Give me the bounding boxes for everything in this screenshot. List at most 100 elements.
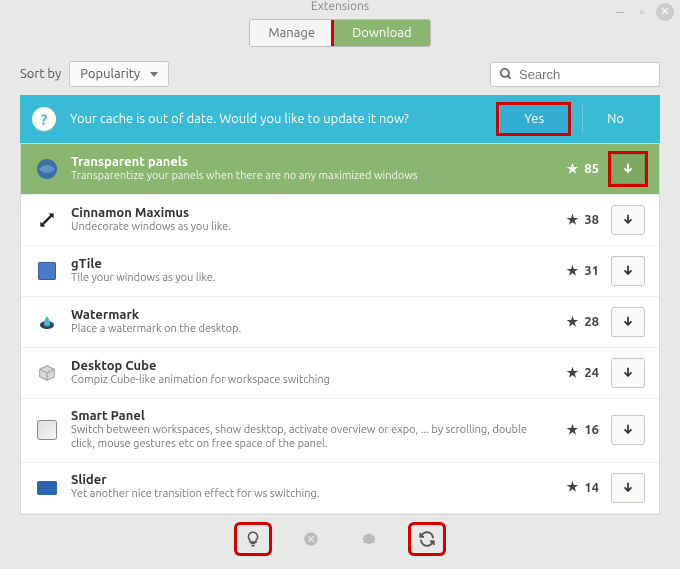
extension-info: gTile Tile your windows as you like.: [71, 257, 537, 285]
download-icon: [621, 315, 635, 329]
extension-icon: [35, 418, 59, 442]
expand-icon: [37, 210, 57, 230]
download-icon: [621, 264, 635, 278]
extension-desc: Compiz Cube-like animation for workspace…: [71, 373, 537, 387]
sort-control: Sort by Popularity: [20, 61, 169, 87]
extension-icon: [35, 361, 59, 385]
tab-download[interactable]: Download: [334, 20, 430, 46]
extension-name: Watermark: [71, 308, 537, 322]
tab-group: Manage Download: [249, 19, 430, 47]
download-icon: [621, 423, 635, 437]
star-count: ★24: [549, 366, 599, 381]
extension-name: Cinnamon Maximus: [71, 206, 537, 220]
extension-desc: Tile your windows as you like.: [71, 271, 537, 285]
extension-desc: Place a watermark on the desktop.: [71, 322, 537, 336]
notice-text: Your cache is out of date. Would you lik…: [70, 112, 485, 126]
star-icon: ★: [567, 423, 579, 438]
tab-bar: Manage Download: [0, 13, 680, 61]
star-icon: ★: [567, 480, 579, 495]
close-circle-icon: [303, 531, 319, 547]
extension-info: Slider Yet another nice transition effec…: [71, 473, 537, 501]
extension-info: Smart Panel Switch between workspaces, s…: [71, 409, 537, 452]
extension-info: Cinnamon Maximus Undecorate windows as y…: [71, 206, 537, 234]
download-icon: [621, 481, 635, 495]
remove-button: [295, 525, 327, 553]
extension-desc: Transparentize your panels when there ar…: [71, 169, 537, 183]
download-button[interactable]: [611, 256, 645, 286]
info-button[interactable]: [237, 525, 269, 553]
settings-button: [353, 525, 385, 553]
gear-icon: [360, 530, 378, 548]
download-button[interactable]: [611, 415, 645, 445]
extension-desc: Switch between workspaces, show desktop,…: [71, 423, 537, 452]
extension-icon: [35, 310, 59, 334]
star-count: ★16: [549, 423, 599, 438]
search-field[interactable]: [490, 62, 660, 87]
star-count: ★85: [549, 162, 599, 177]
download-button[interactable]: [611, 205, 645, 235]
list-item[interactable]: gTile Tile your windows as you like. ★31: [21, 246, 659, 297]
sort-value: Popularity: [80, 67, 140, 81]
question-icon: ?: [32, 107, 56, 131]
extension-name: gTile: [71, 257, 537, 271]
extension-name: Transparent panels: [71, 155, 537, 169]
maximize-icon[interactable]: ▫: [634, 4, 650, 20]
star-count: ★31: [549, 264, 599, 279]
refresh-button[interactable]: [411, 525, 443, 553]
download-icon: [621, 162, 635, 176]
tab-manage[interactable]: Manage: [250, 20, 334, 46]
top-row: Sort by Popularity: [20, 61, 660, 87]
download-button[interactable]: [611, 473, 645, 503]
extension-icon: [35, 208, 59, 232]
notice-yes-button[interactable]: Yes: [499, 105, 568, 133]
download-button[interactable]: [611, 307, 645, 337]
list-item[interactable]: Transparent panels Transparentize your p…: [21, 144, 659, 195]
star-icon: ★: [567, 315, 579, 330]
extension-list[interactable]: Transparent panels Transparentize your p…: [20, 143, 660, 515]
download-button[interactable]: [611, 358, 645, 388]
cache-notice: ? Your cache is out of date. Would you l…: [20, 95, 660, 143]
close-icon[interactable]: ✕: [656, 3, 674, 21]
list-item[interactable]: Desktop Cube Compiz Cube-like animation …: [21, 348, 659, 399]
minimize-icon[interactable]: ─: [612, 4, 628, 20]
extensions-window: Extensions ─ ▫ ✕ Manage Download Sort by…: [0, 0, 680, 532]
notice-no-button[interactable]: No: [582, 105, 648, 133]
list-item[interactable]: Slider Yet another nice transition effec…: [21, 463, 659, 514]
star-icon: ★: [567, 366, 579, 381]
extension-icon: [35, 259, 59, 283]
download-button[interactable]: [611, 154, 645, 184]
sort-select[interactable]: Popularity: [69, 61, 169, 87]
search-input[interactable]: [519, 67, 651, 82]
search-icon: [499, 67, 513, 81]
list-item[interactable]: Cinnamon Maximus Undecorate windows as y…: [21, 195, 659, 246]
extension-icon: [35, 476, 59, 500]
star-icon: ★: [567, 162, 579, 177]
download-icon: [621, 366, 635, 380]
titlebar: Extensions ─ ▫ ✕: [0, 0, 680, 13]
lightbulb-icon: [244, 530, 262, 548]
window-controls: ─ ▫ ✕: [612, 3, 674, 21]
chevron-down-icon: [150, 72, 158, 77]
extension-desc: Yet another nice transition effect for w…: [71, 487, 537, 501]
window-title: Extensions: [311, 0, 369, 13]
extension-name: Slider: [71, 473, 537, 487]
extension-desc: Undecorate windows as you like.: [71, 220, 537, 234]
star-count: ★28: [549, 315, 599, 330]
extension-info: Desktop Cube Compiz Cube-like animation …: [71, 359, 537, 387]
extension-name: Desktop Cube: [71, 359, 537, 373]
extension-name: Smart Panel: [71, 409, 537, 423]
star-count: ★14: [549, 480, 599, 495]
list-item[interactable]: Watermark Place a watermark on the deskt…: [21, 297, 659, 348]
star-count: ★38: [549, 213, 599, 228]
refresh-icon: [418, 530, 436, 548]
extension-info: Transparent panels Transparentize your p…: [71, 155, 537, 183]
star-icon: ★: [567, 213, 579, 228]
content-area: Sort by Popularity ? Your cache is out o…: [0, 61, 680, 569]
sort-label: Sort by: [20, 67, 61, 81]
extension-info: Watermark Place a watermark on the deskt…: [71, 308, 537, 336]
list-item[interactable]: Smart Panel Switch between workspaces, s…: [21, 399, 659, 463]
download-icon: [621, 213, 635, 227]
bottom-toolbar: [20, 515, 660, 559]
extension-icon: [35, 157, 59, 181]
star-icon: ★: [567, 264, 579, 279]
